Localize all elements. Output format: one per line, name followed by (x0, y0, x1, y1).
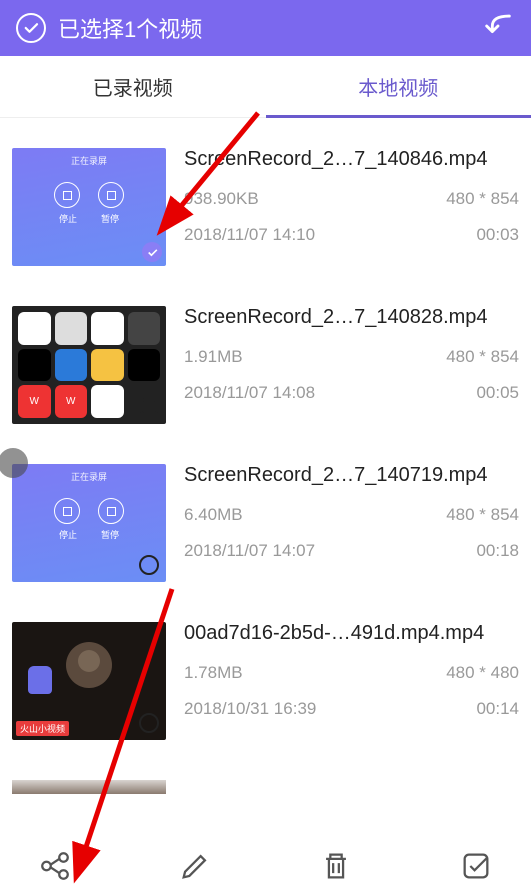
meta-row: 2018/11/07 14:08 00:05 (184, 383, 519, 403)
video-title: ScreenRecord_2…7_140828.mp4 (184, 306, 519, 329)
video-title: ScreenRecord_2…7_140846.mp4 (184, 148, 519, 171)
video-date: 2018/11/07 14:07 (184, 541, 315, 561)
trash-icon (319, 849, 353, 883)
back-button[interactable] (481, 9, 515, 48)
video-date: 2018/11/07 14:08 (184, 383, 315, 403)
partial-video-item (0, 780, 531, 794)
thumb-buttons (12, 182, 166, 208)
video-item[interactable]: W W ScreenRecord_2…7_140828.mp4 1.91MB 4… (0, 306, 531, 464)
video-meta: ScreenRecord_2…7_140846.mp4 938.90KB 480… (166, 148, 519, 266)
meta-row: 2018/11/07 14:10 00:03 (184, 225, 519, 245)
confirm-button[interactable] (457, 847, 495, 885)
bottom-action-bar (0, 838, 531, 894)
thumb-btn-stop (54, 182, 80, 208)
meta-row: 6.40MB 480 * 854 (184, 505, 519, 525)
thumb-buttons (12, 498, 166, 524)
check-square-icon (459, 849, 493, 883)
check-icon (22, 19, 40, 37)
video-thumbnail: 正在录屏 停止 暂停 (12, 464, 166, 582)
video-resolution: 480 * 854 (446, 505, 519, 525)
header-left: 已选择1个视频 (16, 12, 202, 44)
thumb-text: 正在录屏 (71, 154, 107, 167)
video-title: 00ad7d16-2b5d-…491d.mp4.mp4 (184, 622, 519, 645)
thumb-labels: 停止 暂停 (12, 528, 166, 541)
thumb-text: 正在录屏 (71, 470, 107, 483)
delete-button[interactable] (317, 847, 355, 885)
video-meta: 00ad7d16-2b5d-…491d.mp4.mp4 1.78MB 480 *… (166, 622, 519, 740)
video-resolution: 480 * 854 (446, 189, 519, 209)
video-item[interactable]: 正在录屏 停止 暂停 ScreenRecord_2…7_140846.mp4 9… (0, 148, 531, 306)
meta-row: 938.90KB 480 * 854 (184, 189, 519, 209)
selected-badge[interactable] (142, 242, 162, 262)
video-resolution: 480 * 480 (446, 663, 519, 683)
partial-thumbnail (12, 780, 166, 794)
meta-row: 2018/10/31 16:39 00:14 (184, 699, 519, 719)
video-item[interactable]: 火山小视频 00ad7d16-2b5d-…491d.mp4.mp4 1.78MB… (0, 622, 531, 780)
video-item[interactable]: 正在录屏 停止 暂停 ScreenRecord_2…7_140719.mp4 6… (0, 464, 531, 622)
thumb-btn-pause (98, 498, 124, 524)
select-indicator[interactable] (139, 397, 159, 417)
thumb-person (66, 642, 112, 688)
video-thumbnail: 正在录屏 停止 暂停 (12, 148, 166, 266)
video-duration: 00:03 (476, 225, 519, 245)
meta-row: 1.91MB 480 * 854 (184, 347, 519, 367)
check-icon (146, 246, 159, 259)
header-bar: 已选择1个视频 (0, 0, 531, 56)
video-duration: 00:14 (476, 699, 519, 719)
meta-row: 2018/11/07 14:07 00:18 (184, 541, 519, 561)
video-resolution: 480 * 854 (446, 347, 519, 367)
video-date: 2018/11/07 14:10 (184, 225, 315, 245)
thumb-doll (28, 666, 52, 694)
thumb-labels: 停止 暂停 (12, 212, 166, 225)
tab-local[interactable]: 本地视频 (266, 56, 531, 117)
meta-row: 1.78MB 480 * 480 (184, 663, 519, 683)
thumb-btn-stop (54, 498, 80, 524)
video-meta: ScreenRecord_2…7_140719.mp4 6.40MB 480 *… (166, 464, 519, 582)
pencil-icon (178, 849, 212, 883)
share-button[interactable] (36, 847, 74, 885)
video-date: 2018/10/31 16:39 (184, 699, 316, 719)
video-size: 938.90KB (184, 189, 259, 209)
video-size: 1.78MB (184, 663, 243, 683)
video-duration: 00:05 (476, 383, 519, 403)
thumb-btn-pause (98, 182, 124, 208)
video-thumbnail: W W (12, 306, 166, 424)
select-indicator[interactable] (139, 555, 159, 575)
video-size: 1.91MB (184, 347, 243, 367)
video-meta: ScreenRecord_2…7_140828.mp4 1.91MB 480 *… (166, 306, 519, 424)
header-title: 已选择1个视频 (58, 12, 202, 44)
share-icon (38, 849, 72, 883)
return-icon (481, 9, 515, 43)
thumb-tag: 火山小视频 (16, 721, 69, 736)
video-duration: 00:18 (476, 541, 519, 561)
select-indicator[interactable] (139, 713, 159, 733)
video-title: ScreenRecord_2…7_140719.mp4 (184, 464, 519, 487)
video-thumbnail: 火山小视频 (12, 622, 166, 740)
tabs: 已录视频 本地视频 (0, 56, 531, 118)
video-list: 正在录屏 停止 暂停 ScreenRecord_2…7_140846.mp4 9… (0, 118, 531, 794)
video-size: 6.40MB (184, 505, 243, 525)
edit-button[interactable] (176, 847, 214, 885)
select-all-toggle[interactable] (16, 13, 46, 43)
tab-recorded[interactable]: 已录视频 (0, 56, 266, 117)
